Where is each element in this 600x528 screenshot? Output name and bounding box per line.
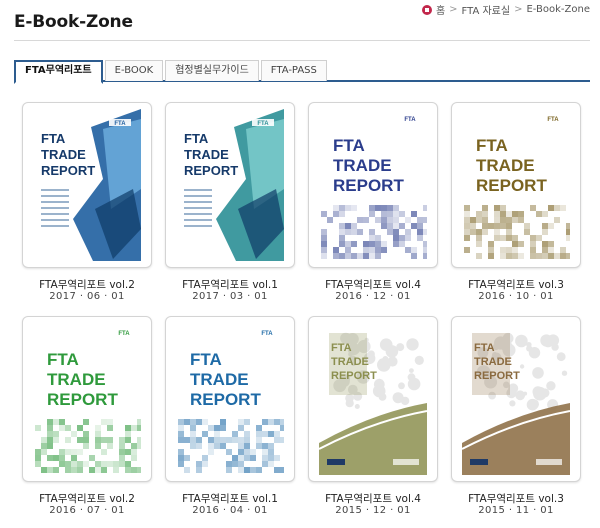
book-date: 2017 · 06 · 01: [49, 291, 125, 302]
title-divider: [14, 40, 590, 41]
cover-art: FTATRADEREPORTFTA: [319, 109, 427, 261]
cover-text: TRADE: [47, 370, 106, 389]
breadcrumb-home[interactable]: 홈: [436, 2, 445, 17]
cover-art: FTATRADEREPORTFTA: [33, 323, 141, 475]
cover-text: REPORT: [190, 390, 261, 409]
cover-text: REPORT: [331, 370, 377, 382]
cover-text: REPORT: [474, 370, 520, 382]
breadcrumb-separator: >: [449, 4, 458, 15]
book-cover[interactable]: FTA TRADE REPORT: [308, 316, 438, 482]
cover-text: TRADE: [190, 370, 249, 389]
breadcrumb-separator: >: [514, 4, 523, 15]
cover-art: FTA TRADE REPORT: [319, 323, 427, 475]
book-date: 2016 · 10 · 01: [478, 291, 554, 302]
breadcrumb-section[interactable]: FTA 자료실: [462, 2, 511, 17]
cover-text: REPORT: [476, 176, 547, 195]
book-title[interactable]: FTA무역리포트 vol.1: [155, 277, 305, 292]
breadcrumb: 홈 > FTA 자료실 > E-Book-Zone: [421, 2, 590, 17]
tab-fta-trade-report[interactable]: FTA무역리포트: [14, 60, 103, 84]
cover-art: FTATRADEREPORTFTA: [33, 109, 141, 261]
cover-text: TRADE: [41, 147, 86, 162]
cover-text: TRADE: [184, 147, 229, 162]
cover-text: FTA: [261, 331, 273, 337]
book-cover[interactable]: FTA TRADE REPORT: [451, 316, 581, 482]
tab-fta-pass[interactable]: FTA-PASS: [260, 60, 327, 81]
tab-agreement-guide[interactable]: 협정별실무가이드: [165, 60, 259, 81]
cover-text: REPORT: [184, 163, 238, 178]
cover-text: FTA: [47, 350, 79, 369]
book-date: 2016 · 04 · 01: [192, 505, 268, 516]
book-title[interactable]: FTA무역리포트 vol.2: [12, 491, 162, 506]
book-date: 2016 · 07 · 01: [49, 505, 125, 516]
home-icon[interactable]: [421, 4, 432, 15]
tab-bar: FTA무역리포트 E-BOOK 협정별실무가이드 FTA-PASS: [14, 60, 590, 84]
cover-text: TRADE: [474, 356, 512, 368]
book-date: 2017 · 03 · 01: [192, 291, 268, 302]
cover-text: FTA: [257, 121, 269, 127]
book-title[interactable]: FTA무역리포트 vol.4: [298, 277, 448, 292]
book-cover[interactable]: FTA TRADE REPORT FTA: [308, 102, 438, 268]
cover-text: FTA: [476, 136, 508, 155]
cover-text: REPORT: [41, 163, 95, 178]
book-cover[interactable]: FTA TRADE REPORT FTA: [22, 316, 152, 482]
page-title: E-Book-Zone: [14, 12, 133, 32]
cover-text: FTA: [41, 131, 66, 146]
cover-text: TRADE: [333, 156, 392, 175]
cover-text: FTA: [333, 136, 365, 155]
cover-text: FTA: [114, 121, 126, 127]
breadcrumb-current: E-Book-Zone: [526, 4, 590, 15]
cover-text: FTA: [331, 342, 352, 354]
cover-text: FTA: [404, 117, 416, 123]
book-date: 2015 · 11 · 01: [478, 505, 554, 516]
book-title[interactable]: FTA무역리포트 vol.4: [298, 491, 448, 506]
cover-text: FTA: [118, 331, 130, 337]
book-title[interactable]: FTA무역리포트 vol.3: [441, 277, 591, 292]
book-title[interactable]: FTA무역리포트 vol.2: [12, 277, 162, 292]
cover-text: FTA: [184, 131, 209, 146]
cover-art: FTA TRADE REPORT: [462, 323, 570, 475]
cover-text: FTA: [474, 342, 495, 354]
book-cover[interactable]: FTA TRADE REPORT FTA: [165, 316, 295, 482]
book-cover[interactable]: FTA TRADE REPORT FTA: [451, 102, 581, 268]
cover-text: TRADE: [476, 156, 535, 175]
cover-text: REPORT: [333, 176, 404, 195]
book-date: 2016 · 12 · 01: [335, 291, 411, 302]
cover-text: FTA: [190, 350, 222, 369]
book-cover[interactable]: FTA TRADE REPORT FTA: [165, 102, 295, 268]
cover-text: FTA: [547, 117, 559, 123]
cover-art: FTATRADEREPORTFTA: [176, 323, 284, 475]
tab-e-book[interactable]: E-BOOK: [104, 60, 164, 81]
cover-text: TRADE: [331, 356, 369, 368]
book-title[interactable]: FTA무역리포트 vol.3: [441, 491, 591, 506]
book-cover[interactable]: FTA TRADE REPORT FTA: [22, 102, 152, 268]
cover-art: FTATRADEREPORTFTA: [462, 109, 570, 261]
book-date: 2015 · 12 · 01: [335, 505, 411, 516]
cover-text: REPORT: [47, 390, 118, 409]
book-title[interactable]: FTA무역리포트 vol.1: [155, 491, 305, 506]
cover-art: FTATRADEREPORTFTA: [176, 109, 284, 261]
